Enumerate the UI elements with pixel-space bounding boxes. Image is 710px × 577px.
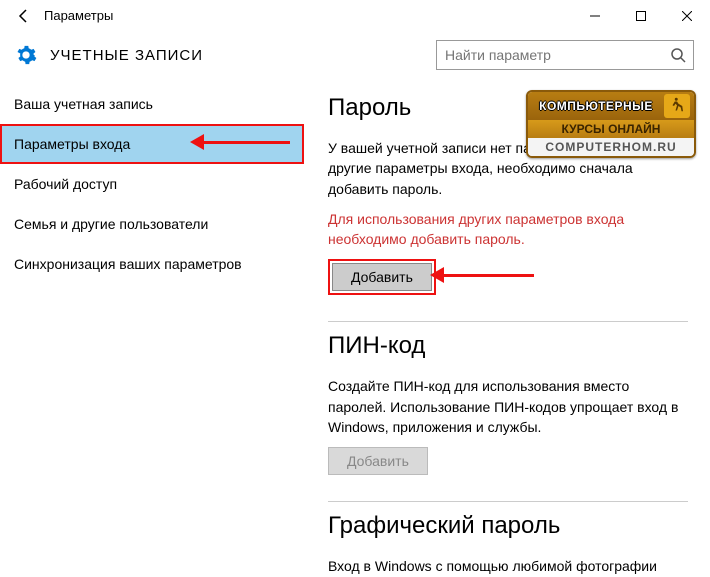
divider bbox=[328, 321, 688, 322]
picture-password-description: Вход в Windows с помощью любимой фотогра… bbox=[328, 556, 688, 576]
window-title: Параметры bbox=[40, 8, 572, 23]
add-password-button[interactable]: Добавить bbox=[332, 263, 432, 291]
divider bbox=[328, 501, 688, 502]
password-warning: Для использования других параметров вход… bbox=[328, 209, 688, 250]
page-title: УЧЕТНЫЕ ЗАПИСИ bbox=[50, 47, 203, 64]
back-button[interactable] bbox=[8, 0, 40, 32]
section-heading-picture-password: Графический пароль bbox=[328, 512, 694, 540]
sidebar-item-family[interactable]: Семья и другие пользователи bbox=[0, 204, 304, 244]
sidebar: Ваша учетная запись Параметры входа Рабо… bbox=[0, 80, 304, 560]
minimize-button[interactable] bbox=[572, 0, 618, 32]
section-heading-pin: ПИН-код bbox=[328, 332, 694, 360]
gear-icon bbox=[14, 43, 38, 67]
watermark-line1: КОМПЬЮТЕРНЫЕ bbox=[532, 99, 660, 113]
search-input[interactable] bbox=[437, 47, 663, 63]
sidebar-item-your-account[interactable]: Ваша учетная запись bbox=[0, 84, 304, 124]
search-box[interactable] bbox=[436, 40, 694, 70]
annotation-highlight: Добавить bbox=[328, 259, 436, 295]
watermark-line2: КУРСЫ ОНЛАЙН bbox=[528, 120, 694, 138]
runner-icon bbox=[664, 94, 690, 118]
watermark-line3: COMPUTERHOM.RU bbox=[528, 138, 694, 156]
sidebar-item-sync[interactable]: Синхронизация ваших параметров bbox=[0, 244, 304, 284]
page-header: УЧЕТНЫЕ ЗАПИСИ bbox=[0, 32, 710, 80]
window-titlebar: Параметры bbox=[0, 0, 710, 32]
annotation-arrow-icon bbox=[430, 267, 534, 283]
add-pin-button: Добавить bbox=[328, 447, 428, 475]
sidebar-item-work-access[interactable]: Рабочий доступ bbox=[0, 164, 304, 204]
window-controls bbox=[572, 0, 710, 32]
close-button[interactable] bbox=[664, 0, 710, 32]
watermark-badge: КОМПЬЮТЕРНЫЕ КУРСЫ ОНЛАЙН COMPUTERHOM.RU bbox=[526, 90, 696, 158]
maximize-button[interactable] bbox=[618, 0, 664, 32]
annotation-arrow-icon bbox=[190, 134, 290, 150]
pin-description: Создайте ПИН-код для использования вмест… bbox=[328, 376, 688, 437]
search-icon[interactable] bbox=[663, 47, 693, 63]
